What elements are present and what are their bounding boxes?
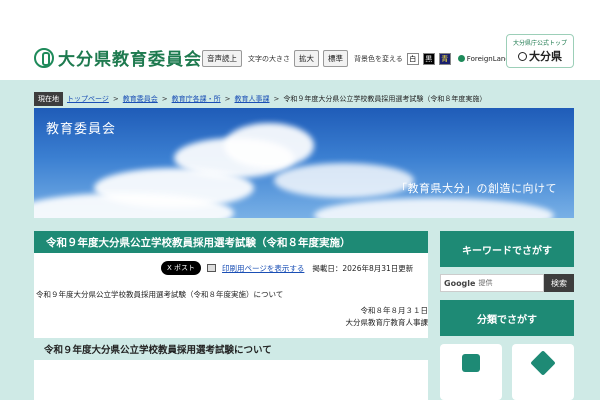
accessibility-tools: 音声読上 文字の大きさ 拡大 標準 背景色を変える 白 黒 青 ForeignL… [202,50,527,67]
prefecture-top-link[interactable]: 大分県庁公式トップ 大分県 [506,34,574,68]
x-post-button[interactable]: X ポスト [161,261,202,275]
bg-black-button[interactable]: 黒 [422,52,435,65]
globe-icon [457,55,465,62]
read-aloud-button[interactable]: 音声読上 [202,50,242,67]
hero-title: 教育委員会 [46,122,117,137]
article-body: X ポスト 印刷用ページを表示する 掲載日：2026年8月31日更新 令和９年度… [34,253,428,400]
prefecture-link-main: 大分県 [507,48,573,64]
breadcrumb-link-top[interactable]: トップページ [67,94,109,104]
hero-slogan: 「教育県大分」の創造に向けて [396,182,557,195]
text-standard-button[interactable]: 標準 [323,50,348,67]
site-header: 大分県教育委員会 音声読上 文字の大きさ 拡大 標準 背景色を変える 白 黒 青… [0,0,600,80]
share-row: X ポスト 印刷用ページを表示する 掲載日：2026年8月31日更新 [161,261,413,275]
article-lead: 令和９年度大分県公立学校教員採用選考試験（令和８年度実施）について [36,290,284,299]
google-logo: Google [444,278,476,288]
bg-white-button[interactable]: 白 [406,52,419,65]
section-heading: 令和９年度大分県公立学校教員採用選考試験について [34,338,428,360]
article-department: 大分県教育庁教育人事課 [345,318,429,327]
keyword-search-heading: キーワードでさがす [440,231,574,267]
site-logo[interactable]: 大分県教育委員会 [34,45,202,70]
search-input[interactable]: Google 提供 [440,274,544,292]
prefecture-link-sub: 大分県庁公式トップ [512,40,567,47]
page-title: 令和９年度大分県公立学校教員採用選考試験（令和８年度実施） [34,231,428,253]
oita-emblem-icon [34,47,54,68]
prefecture-link-label: 大分県 [529,50,562,63]
breadcrumb-separator: > [112,95,119,103]
updated-date: 掲載日：2026年8月31日更新 [312,263,414,273]
article-date: 令和８年８月３１日 [360,306,429,315]
cloud-shape [314,198,554,218]
breadcrumb-separator: > [273,95,280,103]
category-icon [530,350,556,376]
category-tile[interactable] [440,344,502,400]
printer-icon [207,264,217,272]
breadcrumb-separator: > [224,95,231,103]
text-size-label: 文字の大きさ [248,54,290,63]
cloud-shape [274,163,414,198]
site-title: 大分県教育委員会 [58,50,202,70]
search-placeholder: 提供 [478,279,493,287]
breadcrumb: 現在地 トップページ > 教育委員会 > 教育庁各課・所 > 教育人事課 > 令… [34,92,486,106]
bg-color-label: 背景色を変える [354,54,403,63]
bg-blue-button[interactable]: 青 [438,52,451,65]
text-enlarge-button[interactable]: 拡大 [294,50,319,67]
oita-emblem-icon [518,51,527,61]
site-search: Google 提供 検索 [440,274,574,292]
breadcrumb-current: 令和９年度大分県公立学校教員採用選考試験（令和８年度実施） [283,95,487,103]
cloud-shape [224,123,314,168]
category-tile[interactable] [512,344,574,400]
category-search-heading: 分類でさがす [440,300,574,336]
breadcrumb-link-personnel[interactable]: 教育人事課 [235,94,270,104]
breadcrumb-link-departments[interactable]: 教育庁各課・所 [172,94,221,104]
search-button[interactable]: 検索 [544,274,574,292]
print-page-link[interactable]: 印刷用ページを表示する [222,263,304,274]
hero-banner: 教育委員会 「教育県大分」の創造に向けて [34,108,574,218]
breadcrumb-separator: > [161,95,168,103]
category-icon [462,354,480,372]
breadcrumb-link-board[interactable]: 教育委員会 [123,94,158,104]
breadcrumb-here-label: 現在地 [34,92,63,106]
